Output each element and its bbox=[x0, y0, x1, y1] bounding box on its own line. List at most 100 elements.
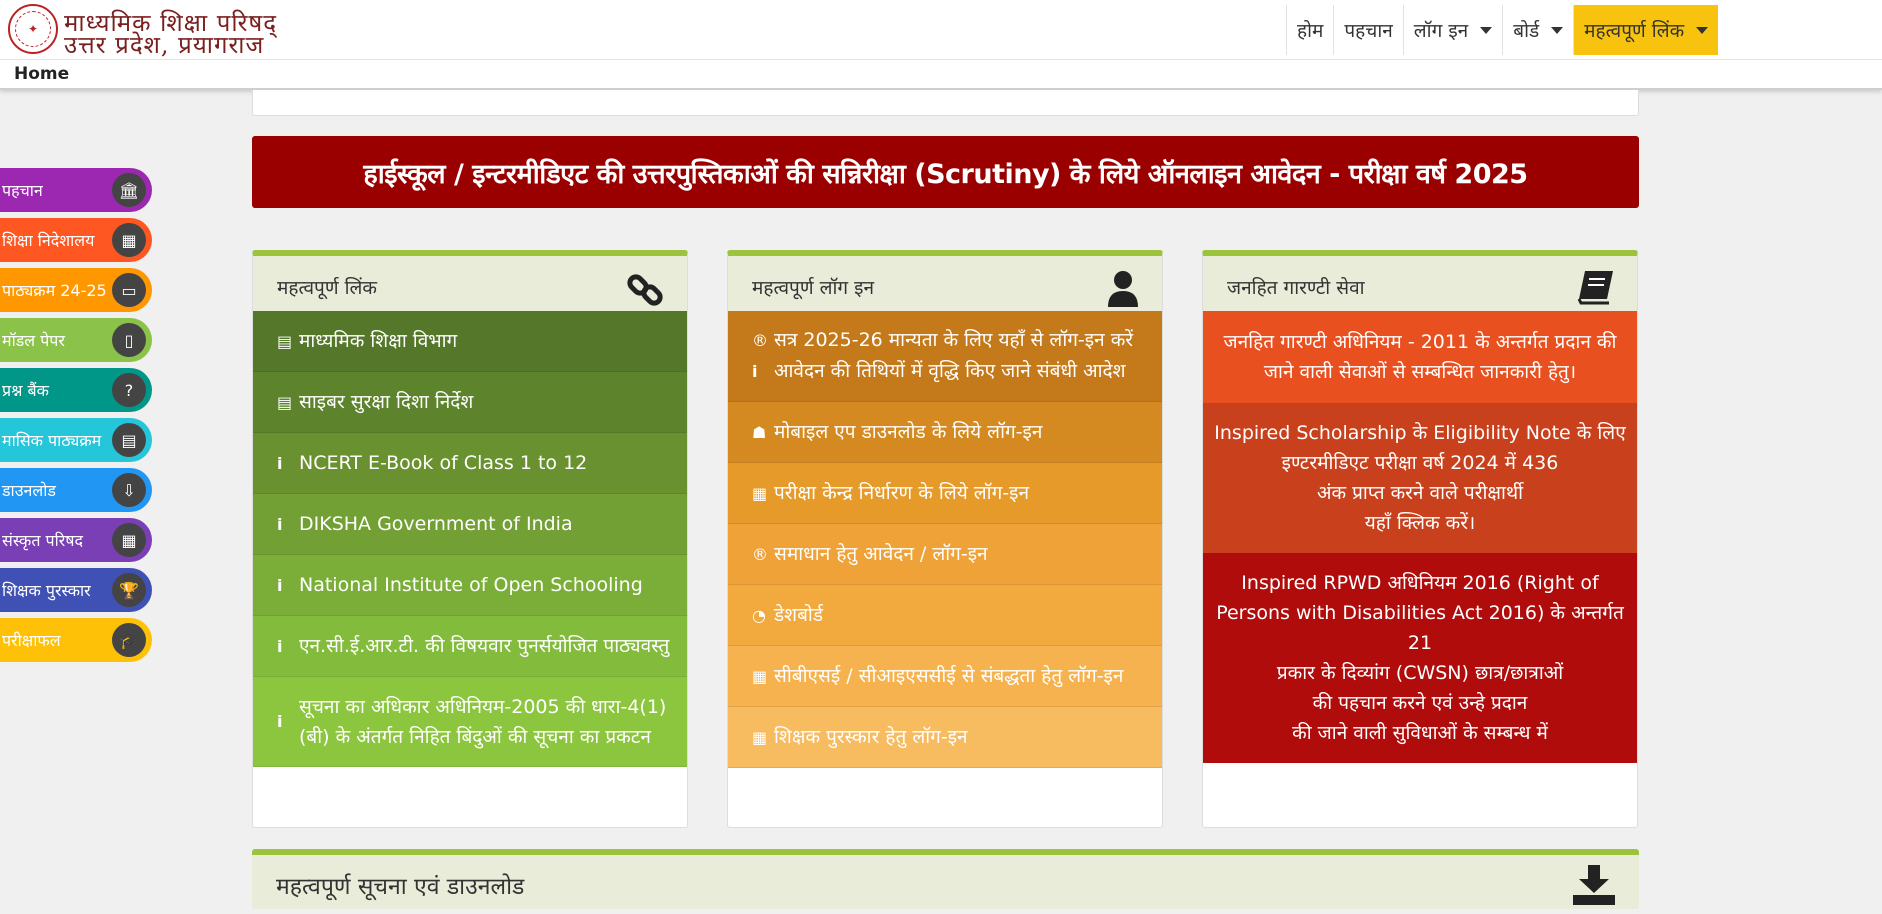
dashboard-icon: ◔ bbox=[752, 605, 766, 625]
android-icon: ☗ bbox=[752, 422, 767, 442]
guarantee-item-line: अंक प्राप्त करने वाले परीक्षार्थी bbox=[1316, 482, 1524, 504]
sidebar-item[interactable]: परीक्षाफल 🎓 bbox=[0, 618, 152, 662]
guarantee-list: जनहित गारण्टी अधिनियम - 2011 के अन्तर्गत… bbox=[1203, 311, 1637, 763]
guarantee-item-line: Persons with Disabilities Act 2016) के अ… bbox=[1216, 602, 1624, 654]
login-item[interactable]: ▦ सीबीएसई / सीआइएससीई से संबद्धता हेतु लॉ… bbox=[728, 646, 1162, 707]
login-item[interactable]: ® सत्र 2025-26 मान्यता के लिए यहाँ से लॉग… bbox=[728, 311, 1162, 402]
link-item[interactable]: i NCERT E-Book of Class 1 to 12 bbox=[253, 433, 687, 494]
info-icon: i bbox=[752, 362, 758, 381]
sidebar-item[interactable]: संस्कृत परिषद ▦ bbox=[0, 518, 152, 562]
sidebar-item[interactable]: पाठ्यक्रम 24-25 ▭ bbox=[0, 268, 152, 312]
brand-subtitle: उत्तर प्रदेश, प्रयागराज bbox=[64, 31, 265, 59]
info-icon: i bbox=[277, 514, 283, 534]
login-item[interactable]: ▦ शिक्षक पुरस्कार हेतु लॉग-इन bbox=[728, 707, 1162, 768]
guarantee-item-line: जाने वाली सेवाओं से सम्बन्धित जानकारी हे… bbox=[1263, 361, 1577, 383]
login-item-label: शिक्षक पुरस्कार हेतु लॉग-इन bbox=[774, 725, 968, 748]
important-links-panel: महत्वपूर्ण लिंक ▤ माध्यमिक शिक्षा विभाग ▤ स… bbox=[252, 250, 688, 828]
question-icon: ? bbox=[112, 373, 146, 407]
sidebar-item[interactable]: मॉडल पेपर ▯ bbox=[0, 318, 152, 362]
guarantee-item-line: Inspired RPWD अधिनियम 2016 (Right of bbox=[1241, 572, 1599, 594]
login-item[interactable]: ▦ परीक्षा केन्द्र निर्धारण के लिये लॉग-इन bbox=[728, 463, 1162, 524]
guarantee-item[interactable]: जनहित गारण्टी अधिनियम - 2011 के अन्तर्गत… bbox=[1203, 311, 1637, 403]
nav-login[interactable]: लॉग इन bbox=[1402, 5, 1502, 55]
breadcrumb: Home bbox=[0, 60, 1882, 90]
link-item-label-line2: (बी) के अंतर्गत निहित बिंदुओं की सूचना क… bbox=[299, 725, 651, 748]
link-item-label: माध्यमिक शिक्षा विभाग bbox=[299, 330, 458, 352]
sidebar-item[interactable]: प्रश्न बैंक? bbox=[0, 368, 152, 412]
nav-login-label: लॉग इन bbox=[1413, 20, 1469, 42]
nav-pehchan[interactable]: पहचान bbox=[1333, 5, 1402, 55]
sidebar-item[interactable]: शिक्षक पुरस्कार 🏆 bbox=[0, 568, 152, 612]
link-item[interactable]: i एन.सी.ई.आर.टी. की विषयवार पुनर्सयोजित प… bbox=[253, 616, 687, 677]
link-item-label: National Institute of Open Schooling bbox=[299, 574, 643, 596]
sidebar-item-label: पहचान bbox=[2, 181, 43, 200]
nav-board-label: बोर्ड bbox=[1513, 20, 1540, 42]
sidebar-item-label: मॉडल पेपर bbox=[2, 331, 65, 350]
chevron-down-icon bbox=[1696, 26, 1709, 34]
login-item-label: सत्र 2025-26 मान्यता के लिए यहाँ से लॉग-… bbox=[774, 329, 1134, 351]
download-icon: ⇩ bbox=[112, 473, 146, 507]
chevron-down-icon bbox=[1551, 26, 1564, 34]
registered-icon: ® bbox=[752, 331, 768, 350]
up-emblem-icon[interactable]: ✦ bbox=[8, 4, 58, 54]
login-item-label-line2: आवेदन की तिथियों में वृद्धि किए जाने संब… bbox=[774, 360, 1126, 382]
user-icon bbox=[1106, 269, 1140, 316]
nav-home[interactable]: होम bbox=[1286, 5, 1333, 55]
guarantee-item[interactable]: Inspired RPWD अधिनियम 2016 (Right of Pers… bbox=[1203, 553, 1637, 763]
guarantee-item-line: इण्टरमीडिएट परीक्षा वर्ष 2024 में 436 bbox=[1281, 452, 1559, 474]
sidebar-item[interactable]: मासिक पाठ्यक्रम ▤ bbox=[0, 418, 152, 462]
nav-board[interactable]: बोर्ड bbox=[1502, 5, 1573, 55]
sidebar-item-label: मासिक पाठ्यक्रम bbox=[2, 431, 102, 450]
link-item-label: DIKSHA Government of India bbox=[299, 513, 573, 535]
login-item-label: डेशबोर्ड bbox=[774, 603, 824, 626]
guarantee-item-line: प्रकार के दिव्यांग (CWSN) छात्र/छात्राओं bbox=[1276, 662, 1564, 684]
login-item[interactable]: ☗ मोबाइल एप डाउनलोड के लिये लॉग-इन bbox=[728, 402, 1162, 463]
top-panel bbox=[252, 90, 1639, 116]
info-icon: i bbox=[277, 636, 283, 656]
sidebar-item-label: पाठ्यक्रम 24-25 bbox=[2, 281, 107, 300]
book-icon: ▭ bbox=[112, 273, 146, 307]
sidebar-item-label: परीक्षाफल bbox=[2, 631, 61, 650]
panel-header: महत्वपूर्ण लॉग इन bbox=[728, 256, 1162, 311]
important-login-panel: महत्वपूर्ण लॉग इन ® सत्र 2025-26 मान्यता … bbox=[727, 250, 1163, 828]
nav-important-links[interactable]: महत्वपूर्ण लिंक bbox=[1573, 5, 1719, 55]
sidebar-item-label: डाउनलोड bbox=[2, 481, 56, 500]
sidebar-item[interactable]: शिक्षा निदेशालय ▦ bbox=[0, 218, 152, 262]
panel-title: महत्वपूर्ण लिंक bbox=[277, 277, 378, 299]
sidebar-item[interactable]: पहचान 🏛 bbox=[0, 168, 152, 212]
sidebar-item-label: शिक्षक पुरस्कार bbox=[2, 581, 91, 600]
file-icon: ▤ bbox=[277, 331, 293, 351]
sidebar-item-label: संस्कृत परिषद bbox=[2, 531, 84, 550]
login-item[interactable]: ® समाधान हेतु आवेदन / लॉग-इन bbox=[728, 524, 1162, 585]
nav-pehchan-label: पहचान bbox=[1344, 20, 1393, 42]
link-item[interactable]: ▤ साइबर सुरक्षा दिशा निर्देश bbox=[253, 372, 687, 433]
main-nav: होम पहचान लॉग इन बोर्ड महत्वपूर्ण लिंक bbox=[1286, 5, 1719, 55]
guarantee-item-line: Inspired Scholarship के Eligibility Note… bbox=[1214, 422, 1626, 444]
panel-header: महत्वपूर्ण लिंक bbox=[253, 256, 687, 311]
sidebar-item-label: शिक्षा निदेशालय bbox=[2, 231, 95, 250]
info-icon: i bbox=[277, 453, 283, 473]
building-icon: ▦ bbox=[752, 666, 768, 686]
link-item[interactable]: i DIKSHA Government of India bbox=[253, 494, 687, 555]
book-icon bbox=[1577, 269, 1615, 314]
trophy-icon: 🏆 bbox=[112, 573, 146, 607]
link-item[interactable]: i सूचना का अधिकार अधिनियम-2005 की धारा-4(… bbox=[253, 677, 687, 767]
panel-title: महत्वपूर्ण सूचना एवं डाउनलोड bbox=[276, 874, 525, 900]
breadcrumb-home[interactable]: Home bbox=[14, 64, 69, 84]
building-icon: ▦ bbox=[112, 523, 146, 557]
link-item[interactable]: ▤ माध्यमिक शिक्षा विभाग bbox=[253, 311, 687, 372]
guarantee-item[interactable]: Inspired Scholarship के Eligibility Note… bbox=[1203, 403, 1637, 553]
scrutiny-banner[interactable]: हाईस्कूल / इन्टरमीडिएट की उत्तरपुस्तिकाओ… bbox=[252, 136, 1639, 208]
login-list: ® सत्र 2025-26 मान्यता के लिए यहाँ से लॉग… bbox=[728, 311, 1162, 768]
sidebar-item[interactable]: डाउनलोड ⇩ bbox=[0, 468, 152, 512]
public-guarantee-panel: जनहित गारण्टी सेवा जनहित गारण्टी अधिनियम… bbox=[1202, 250, 1638, 828]
guarantee-item-line: की पहचान करने एवं उन्हे प्रदान bbox=[1312, 692, 1528, 714]
link-item-label: सूचना का अधिकार अधिनियम-2005 की धारा-4(1… bbox=[299, 695, 667, 718]
link-item-label: साइबर सुरक्षा दिशा निर्देश bbox=[299, 391, 474, 413]
login-item-label: मोबाइल एप डाउनलोड के लिये लॉग-इन bbox=[774, 420, 1043, 443]
nav-home-label: होम bbox=[1297, 20, 1324, 42]
notices-download-panel: महत्वपूर्ण सूचना एवं डाउनलोड bbox=[252, 849, 1639, 909]
top-header: ✦ माध्यमिक शिक्षा परिषद् उत्तर प्रदेश, प… bbox=[0, 0, 1882, 60]
link-item[interactable]: i National Institute of Open Schooling bbox=[253, 555, 687, 616]
login-item[interactable]: ◔ डेशबोर्ड bbox=[728, 585, 1162, 646]
